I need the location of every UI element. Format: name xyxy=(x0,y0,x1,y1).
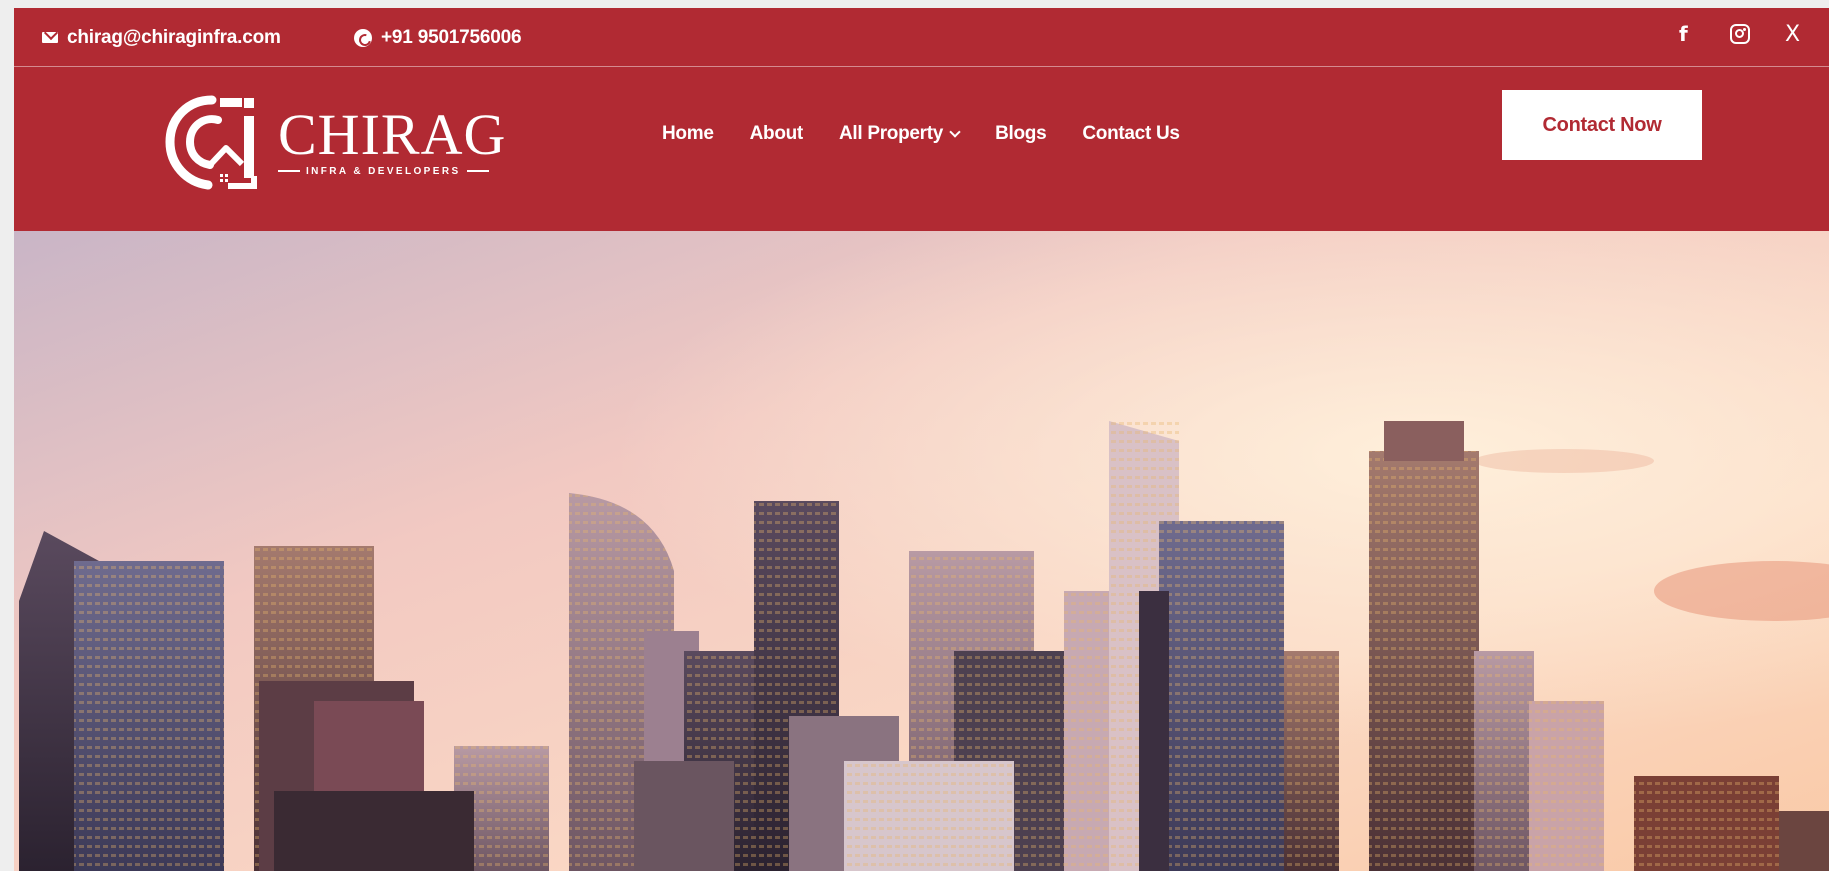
site-header: CHIRAG INFRA & DEVELOPERS Home About All… xyxy=(14,67,1829,231)
nav-blogs[interactable]: Blogs xyxy=(995,123,1047,145)
instagram-icon xyxy=(1730,24,1750,44)
whatsapp-icon xyxy=(354,28,372,47)
email-link[interactable]: chirag@chiraginfra.com xyxy=(42,8,281,67)
instagram-link[interactable] xyxy=(1730,8,1750,60)
chevron-down-icon xyxy=(949,125,961,138)
nav-contact-us[interactable]: Contact Us xyxy=(1082,123,1180,145)
nav-home[interactable]: Home xyxy=(662,123,714,145)
nav-about[interactable]: About xyxy=(750,123,804,145)
contact-now-button[interactable]: Contact Now xyxy=(1502,90,1702,160)
main-nav: Home About All Property Blogs Contact Us xyxy=(662,67,1180,201)
site-logo[interactable]: CHIRAG INFRA & DEVELOPERS xyxy=(160,87,540,197)
phone-text: +91 9501756006 xyxy=(381,26,522,48)
divider xyxy=(278,170,300,172)
logo-text: CHIRAG INFRA & DEVELOPERS xyxy=(278,101,507,177)
nav-all-property-label: All Property xyxy=(838,123,944,144)
hero-image xyxy=(14,231,1829,871)
divider xyxy=(466,170,489,172)
logo-name: CHIRAG xyxy=(278,101,507,167)
x-icon[interactable]: X xyxy=(1785,8,1800,60)
city-skyline-image xyxy=(14,231,1829,871)
facebook-icon[interactable]: f xyxy=(1679,8,1688,60)
logo-tagline-row: INFRA & DEVELOPERS xyxy=(278,166,506,177)
mail-icon xyxy=(42,32,58,43)
email-text: chirag@chiraginfra.com xyxy=(67,26,281,48)
logo-mark-icon xyxy=(165,95,257,190)
logo-tagline: INFRA & DEVELOPERS xyxy=(306,165,461,177)
page: chirag@chiraginfra.com +91 9501756006 f … xyxy=(14,8,1829,871)
nav-all-property[interactable]: All Property xyxy=(838,123,961,145)
top-bar: chirag@chiraginfra.com +91 9501756006 f … xyxy=(14,8,1829,67)
phone-link[interactable]: +91 9501756006 xyxy=(354,8,522,67)
